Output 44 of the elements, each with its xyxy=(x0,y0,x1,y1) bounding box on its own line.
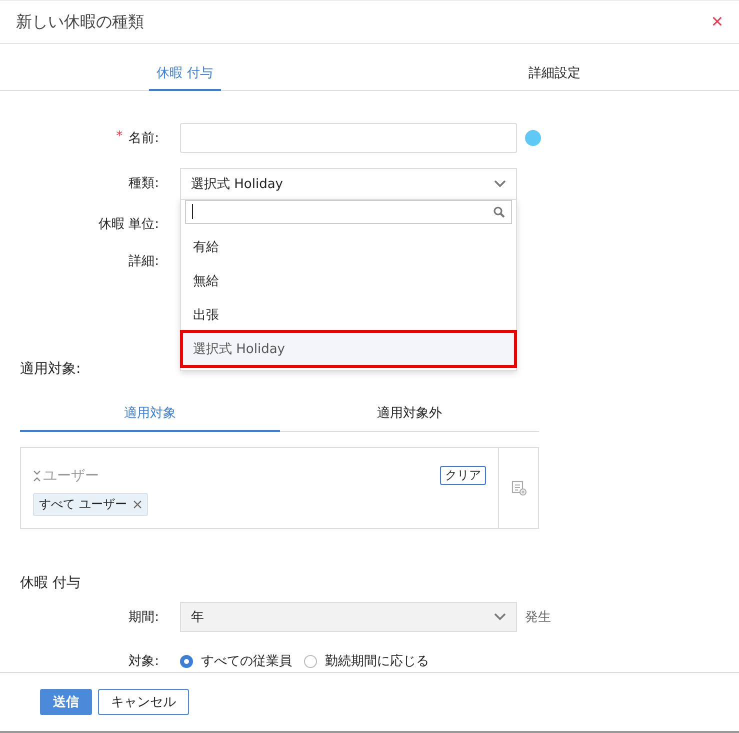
radio-button[interactable] xyxy=(304,654,317,668)
field-label: 詳細: xyxy=(128,253,159,270)
chevron-down-icon xyxy=(494,613,506,621)
user-chip[interactable]: すべて ユーザー xyxy=(33,493,148,516)
radio-button[interactable] xyxy=(180,654,193,668)
type-select[interactable]: 選択式 Holiday xyxy=(180,168,517,198)
radio-label: すべての従業員 xyxy=(201,653,292,670)
collapse-icon xyxy=(33,470,41,482)
dropdown-option[interactable]: 有給 xyxy=(185,230,512,264)
suffix-text: 発生 xyxy=(525,609,551,626)
period-select[interactable]: 年 xyxy=(180,602,517,632)
field-label: 名前: xyxy=(128,130,159,147)
close-button[interactable]: × xyxy=(711,10,723,34)
section-heading: 休暇 付与 xyxy=(20,574,80,592)
tab[interactable]: 詳細設定 xyxy=(520,58,588,91)
tab[interactable]: 休暇 付与 xyxy=(148,58,221,91)
tab[interactable]: 適用対象 xyxy=(20,396,280,432)
field-label: 期間: xyxy=(128,609,159,626)
radio-label: 勤続期間に応じる xyxy=(325,653,429,670)
search-field[interactable] xyxy=(185,200,512,224)
cancel-button[interactable]: キャンセル xyxy=(98,689,189,715)
placeholder-text: ユーザー xyxy=(43,466,99,484)
section-heading: 適用対象: xyxy=(20,360,81,378)
add-list-icon xyxy=(510,480,526,496)
tab[interactable]: 適用対象外 xyxy=(280,396,539,432)
text-cursor xyxy=(192,204,193,219)
field-label: 休暇 単位: xyxy=(98,216,159,233)
chip-label: すべて ユーザー xyxy=(39,496,127,513)
dialog-title: 新しい休暇の種類 xyxy=(16,12,144,32)
dropdown-option[interactable]: 出張 xyxy=(185,298,512,332)
status-dot-icon xyxy=(525,130,541,146)
field-label: 種類: xyxy=(128,175,159,192)
field-label: 対象: xyxy=(128,653,159,670)
name-input[interactable] xyxy=(180,123,517,153)
dropdown-option[interactable]: 無給 xyxy=(185,264,512,298)
close-icon xyxy=(132,500,142,509)
select-value: 年 xyxy=(191,609,204,626)
submit-button[interactable]: 送信 xyxy=(40,689,92,715)
search-icon xyxy=(493,206,505,218)
clear-button[interactable]: クリア xyxy=(440,466,486,485)
select-value: 選択式 Holiday xyxy=(191,176,283,192)
chevron-down-icon xyxy=(494,180,506,188)
required-mark: * xyxy=(116,129,123,146)
dropdown-option[interactable]: 選択式 Holiday xyxy=(182,332,515,366)
